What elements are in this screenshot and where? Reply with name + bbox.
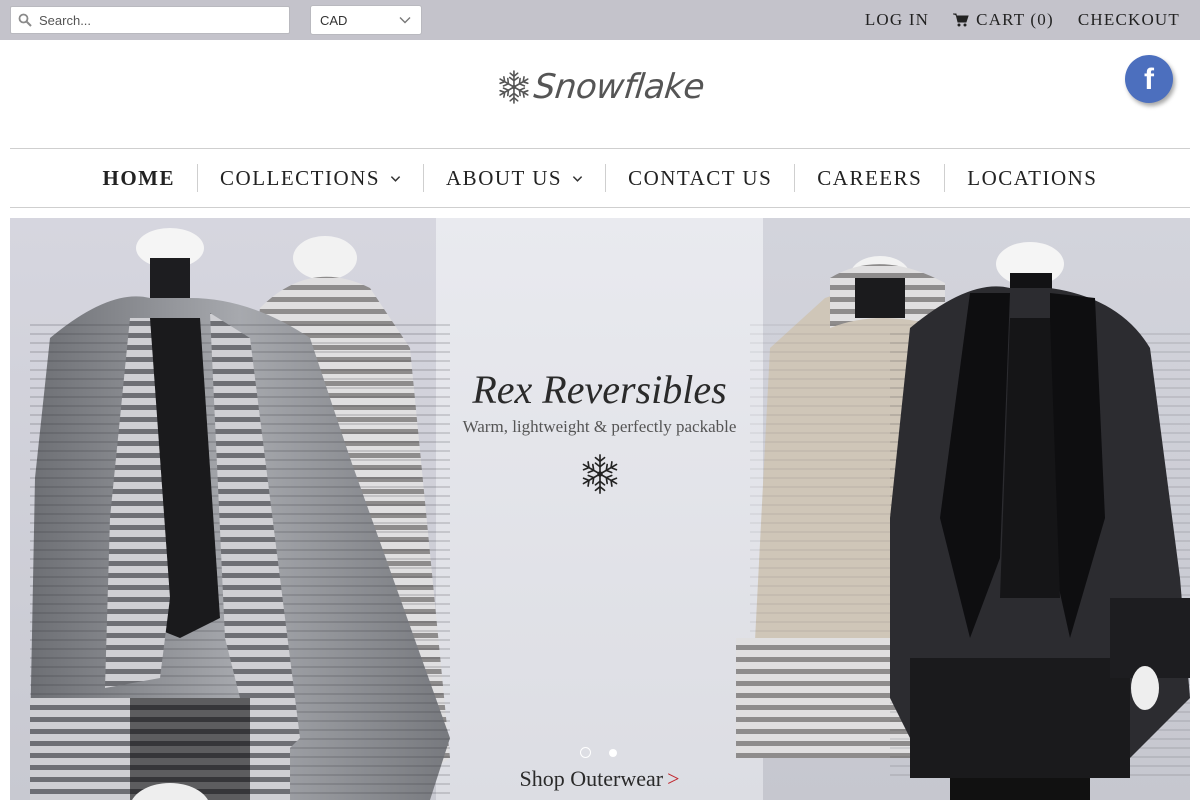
snowflake-icon	[580, 454, 620, 494]
nav-home-label: HOME	[102, 165, 176, 190]
chevron-down-icon	[390, 175, 401, 182]
logo-text: Snowflake	[531, 67, 707, 107]
nav-careers-label: CAREERS	[817, 165, 923, 190]
cart-label: CART (0)	[976, 10, 1054, 29]
nav-careers[interactable]: CAREERS	[795, 164, 944, 192]
search-input[interactable]	[39, 10, 284, 30]
checkout-link[interactable]: CHECKOUT	[1078, 10, 1180, 30]
facebook-icon: f	[1144, 63, 1154, 96]
currency-select[interactable]: CAD	[310, 5, 422, 35]
search-icon	[18, 13, 32, 27]
chevron-down-icon	[572, 175, 583, 182]
arrow-right-icon: >	[667, 766, 680, 791]
nav-about-us[interactable]: ABOUT US	[424, 164, 605, 192]
nav-locations-label: LOCATIONS	[967, 165, 1098, 190]
chevron-down-icon	[399, 17, 411, 24]
shop-outerwear-label: Shop Outerwear	[519, 766, 664, 791]
hero-subtitle: Warm, lightweight & perfectly packable	[462, 417, 737, 436]
main-nav: HOME COLLECTIONS ABOUT US CONTACT US CAR…	[10, 148, 1190, 208]
shop-outerwear-link[interactable]: Shop Outerwear >	[436, 766, 763, 792]
nav-collections-label: COLLECTIONS	[220, 165, 381, 190]
search-box[interactable]	[10, 6, 290, 34]
top-bar: CAD LOG IN CART (0) CHECKOUT	[0, 0, 1200, 40]
currency-value: CAD	[320, 13, 348, 28]
snowflake-logo-icon	[498, 70, 530, 104]
nav-home[interactable]: HOME	[81, 164, 198, 192]
account-links: LOG IN CART (0) CHECKOUT	[841, 0, 1180, 40]
hero-slideshow[interactable]: Rex Reversibles Warm, lightweight & perf…	[10, 218, 1190, 800]
hero-image	[10, 218, 1190, 800]
cart-icon	[953, 13, 969, 27]
nav-about-us-label: ABOUT US	[446, 165, 563, 190]
hero-title: Rex Reversibles	[472, 367, 727, 412]
facebook-button[interactable]: f	[1125, 55, 1173, 103]
nav-contact-us[interactable]: CONTACT US	[606, 164, 794, 192]
slide-dot-2[interactable]	[609, 748, 617, 757]
nav-collections[interactable]: COLLECTIONS	[198, 164, 423, 192]
nav-locations[interactable]: LOCATIONS	[945, 164, 1119, 192]
slide-dot-1[interactable]	[580, 747, 591, 758]
nav-contact-us-label: CONTACT US	[628, 165, 773, 190]
cart-link[interactable]: CART (0)	[953, 10, 1054, 30]
slide-indicators	[580, 747, 635, 758]
login-link[interactable]: LOG IN	[865, 10, 929, 30]
site-logo[interactable]: Snowflake	[498, 52, 707, 122]
